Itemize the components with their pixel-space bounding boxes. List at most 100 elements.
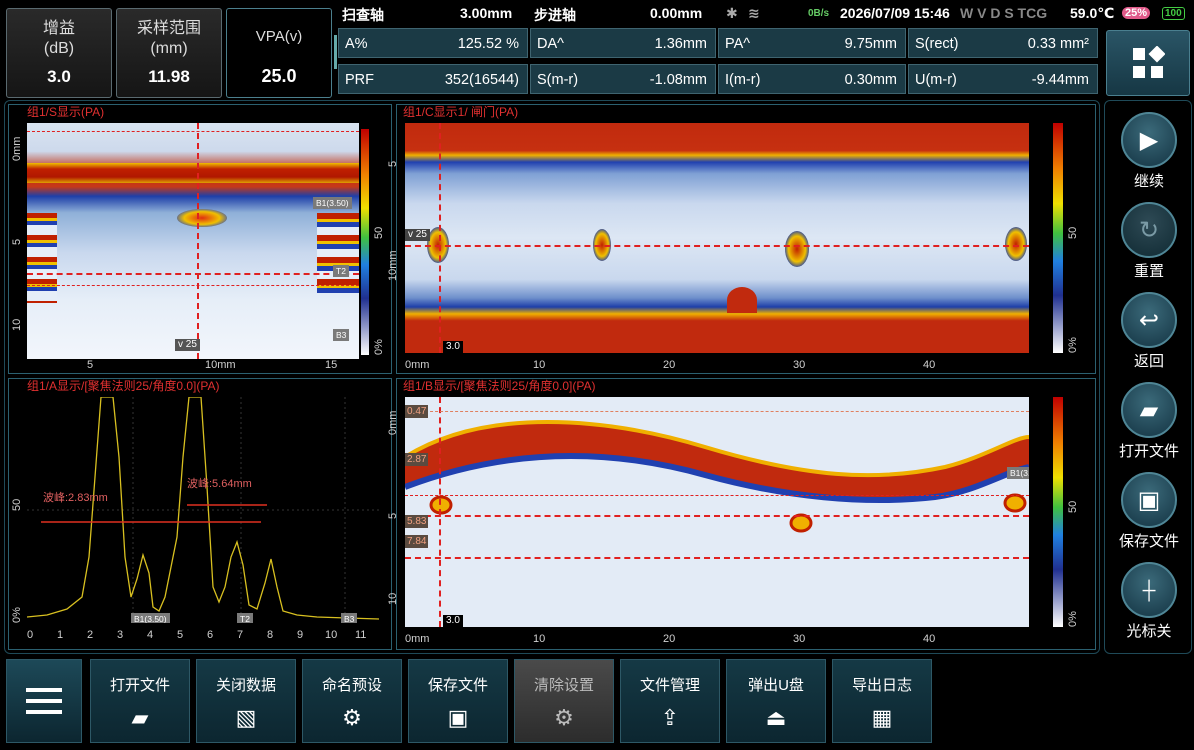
meas-cell[interactable]: U(m-r) -9.44mm: [908, 64, 1098, 94]
c-scan-panel[interactable]: v 25 3.0 组1/C显示1/ 闸门(PA) 5 10mm 0mm 10 2…: [387, 104, 1096, 374]
cursor-vertical[interactable]: [439, 397, 441, 627]
meas-cell[interactable]: DA^ 1.36mm: [530, 28, 716, 58]
scan-position: 3.0: [443, 615, 463, 627]
x-tick: 10: [325, 629, 338, 641]
eject-usb-icon: ⏏: [765, 705, 787, 730]
cursor-label: v 25: [405, 229, 430, 241]
apps-grid-button[interactable]: [1106, 30, 1190, 96]
meas-cell[interactable]: S(rect) 0.33 mm²: [908, 28, 1098, 58]
meas-cell[interactable]: S(m-r) -1.08mm: [530, 64, 716, 94]
x-tick: 1: [57, 629, 64, 641]
palette-tick: 0%: [1067, 611, 1079, 627]
x-tick: 8: [267, 629, 274, 641]
x-tick: 5: [177, 629, 184, 641]
gate-line: [405, 411, 1029, 412]
eject-usb-button[interactable]: 弹出U盘 ⏏: [726, 659, 826, 743]
meas-cell[interactable]: PA^ 9.75mm: [718, 28, 906, 58]
name-preset-button[interactable]: 命名预设 ⚙: [302, 659, 402, 743]
name-preset-label: 命名预设: [321, 677, 382, 694]
cursor-horizontal[interactable]: [405, 515, 1029, 517]
continue-button[interactable]: ▶ 继续: [1109, 112, 1189, 191]
folder-open-icon: ▰: [131, 705, 149, 730]
meas-cell[interactable]: I(m-r) 0.30mm: [718, 64, 906, 94]
file-manager-button[interactable]: 文件管理 ⇪: [620, 659, 720, 743]
b-scan-panel[interactable]: 0.47 2.87 5.83 7.84 B1(3.50) T2 B3 3.0 组…: [387, 378, 1096, 650]
b-scan-image[interactable]: 0.47 2.87 5.83 7.84 B1(3.50) T2 B3 3.0: [405, 397, 1029, 627]
gain-tile[interactable]: 增益 (dB) 3.0: [6, 8, 112, 98]
s-scan-panel[interactable]: B1(3.50) T2 B3 v 25 组1/S显示(PA) 0mm 5 10 …: [8, 104, 392, 374]
peak-label-2: 波峰:5.64mm: [187, 478, 252, 490]
a-scan-waveform: [27, 397, 379, 623]
x-tick: 20: [663, 359, 676, 371]
x-tick: 30: [793, 633, 806, 645]
range-tile[interactable]: 采样范围 (mm) 11.98: [116, 8, 222, 98]
vpa-label: VPA(v): [255, 28, 303, 45]
save-file-icon: ▣: [1121, 472, 1177, 528]
folder-upload-icon: ⇪: [660, 705, 680, 730]
vpa-tile[interactable]: VPA(v) 25.0: [226, 8, 337, 98]
save-file-side-button[interactable]: ▣ 保存文件: [1109, 472, 1189, 551]
cursor-off-icon: ┼: [1121, 562, 1177, 618]
x-tick: 0mm: [405, 633, 430, 645]
cursor-vertical[interactable]: [439, 123, 441, 353]
x-tick: 6: [207, 629, 214, 641]
gear-icon: ⚙: [554, 705, 574, 730]
open-file-side-label: 打开文件: [1118, 443, 1179, 460]
b-scan-backwall: [405, 420, 1029, 533]
open-file-side-button[interactable]: ▰ 打开文件: [1109, 382, 1189, 461]
defect-indication: [785, 231, 809, 267]
y-tick: 10mm: [387, 250, 399, 281]
export-log-button[interactable]: 导出日志 ▦: [832, 659, 932, 743]
x-tick: 0mm: [405, 359, 430, 371]
cursor-off-button[interactable]: ┼ 光标关: [1109, 562, 1189, 641]
folder-open-icon: ▰: [1121, 382, 1177, 438]
tag-b3: B3: [333, 329, 350, 341]
meas-value: -1.08mm: [649, 72, 707, 88]
edge-echoes: [317, 213, 359, 293]
x-tick: 4: [147, 629, 154, 641]
y-tick: 10: [11, 318, 23, 331]
back-button[interactable]: ↩ 返回: [1109, 292, 1189, 371]
a-scan-plot[interactable]: 波峰:2.83mm 波峰:5.64mm B1(3.50) T2 B3: [27, 397, 379, 623]
y-tick: 5: [11, 238, 23, 245]
a-scan-panel[interactable]: 波峰:2.83mm 波峰:5.64mm B1(3.50) T2 B3 组1/A显…: [8, 378, 392, 650]
x-tick: 9: [297, 629, 304, 641]
cursor-vertical[interactable]: [197, 123, 199, 359]
x-tick: 10: [533, 359, 546, 371]
depth-tag: 2.87: [405, 453, 429, 466]
cursor-horizontal[interactable]: [405, 245, 1029, 247]
wifi-off-icon: ≋: [748, 5, 760, 21]
meas-cell[interactable]: A% 125.52 %: [338, 28, 528, 58]
defect-echo: [177, 209, 227, 227]
x-tick: 3: [117, 629, 124, 641]
vpa-value: 25.0: [261, 66, 297, 86]
c-scan-image[interactable]: v 25 3.0: [405, 123, 1029, 353]
s-scan-image[interactable]: B1(3.50) T2 B3 v 25: [27, 123, 359, 359]
x-tick: 10mm: [205, 359, 236, 371]
tag-b1: B1(3.50): [313, 197, 352, 209]
tag-b1: B1(3.50): [131, 613, 170, 623]
mode-flags: W V D S TCG: [960, 5, 1048, 21]
c-scan-title: 组1/C显示1/ 闸门(PA): [403, 105, 519, 120]
palette-tick: 50: [1067, 226, 1079, 239]
gate-line: [27, 285, 359, 286]
clear-settings-button[interactable]: 清除设置 ⚙: [514, 659, 614, 743]
backwall-echo: [27, 163, 359, 183]
gain-value: 3.0: [47, 67, 71, 86]
x-tick: 40: [923, 633, 936, 645]
save-file-button[interactable]: 保存文件 ▣: [408, 659, 508, 743]
tag-b1: B1(3.50): [1007, 467, 1029, 479]
y-tick: 50: [11, 498, 23, 511]
data-rate: 0B/s: [808, 8, 830, 19]
datetime: 2026/07/09 15:46: [840, 5, 950, 21]
x-tick: 5: [87, 359, 94, 371]
cursor-horizontal[interactable]: [27, 273, 359, 275]
meas-cell[interactable]: PRF 352(16544): [338, 64, 528, 94]
open-file-button[interactable]: 打开文件 ▰: [90, 659, 190, 743]
y-tick: 10: [387, 592, 399, 605]
reset-button[interactable]: ↻ 重置: [1109, 202, 1189, 281]
menu-button[interactable]: [6, 659, 82, 743]
gain-label: 增益 (dB): [42, 20, 75, 57]
meas-key: PRF: [345, 72, 374, 88]
close-data-button[interactable]: 关闭数据 ▧: [196, 659, 296, 743]
